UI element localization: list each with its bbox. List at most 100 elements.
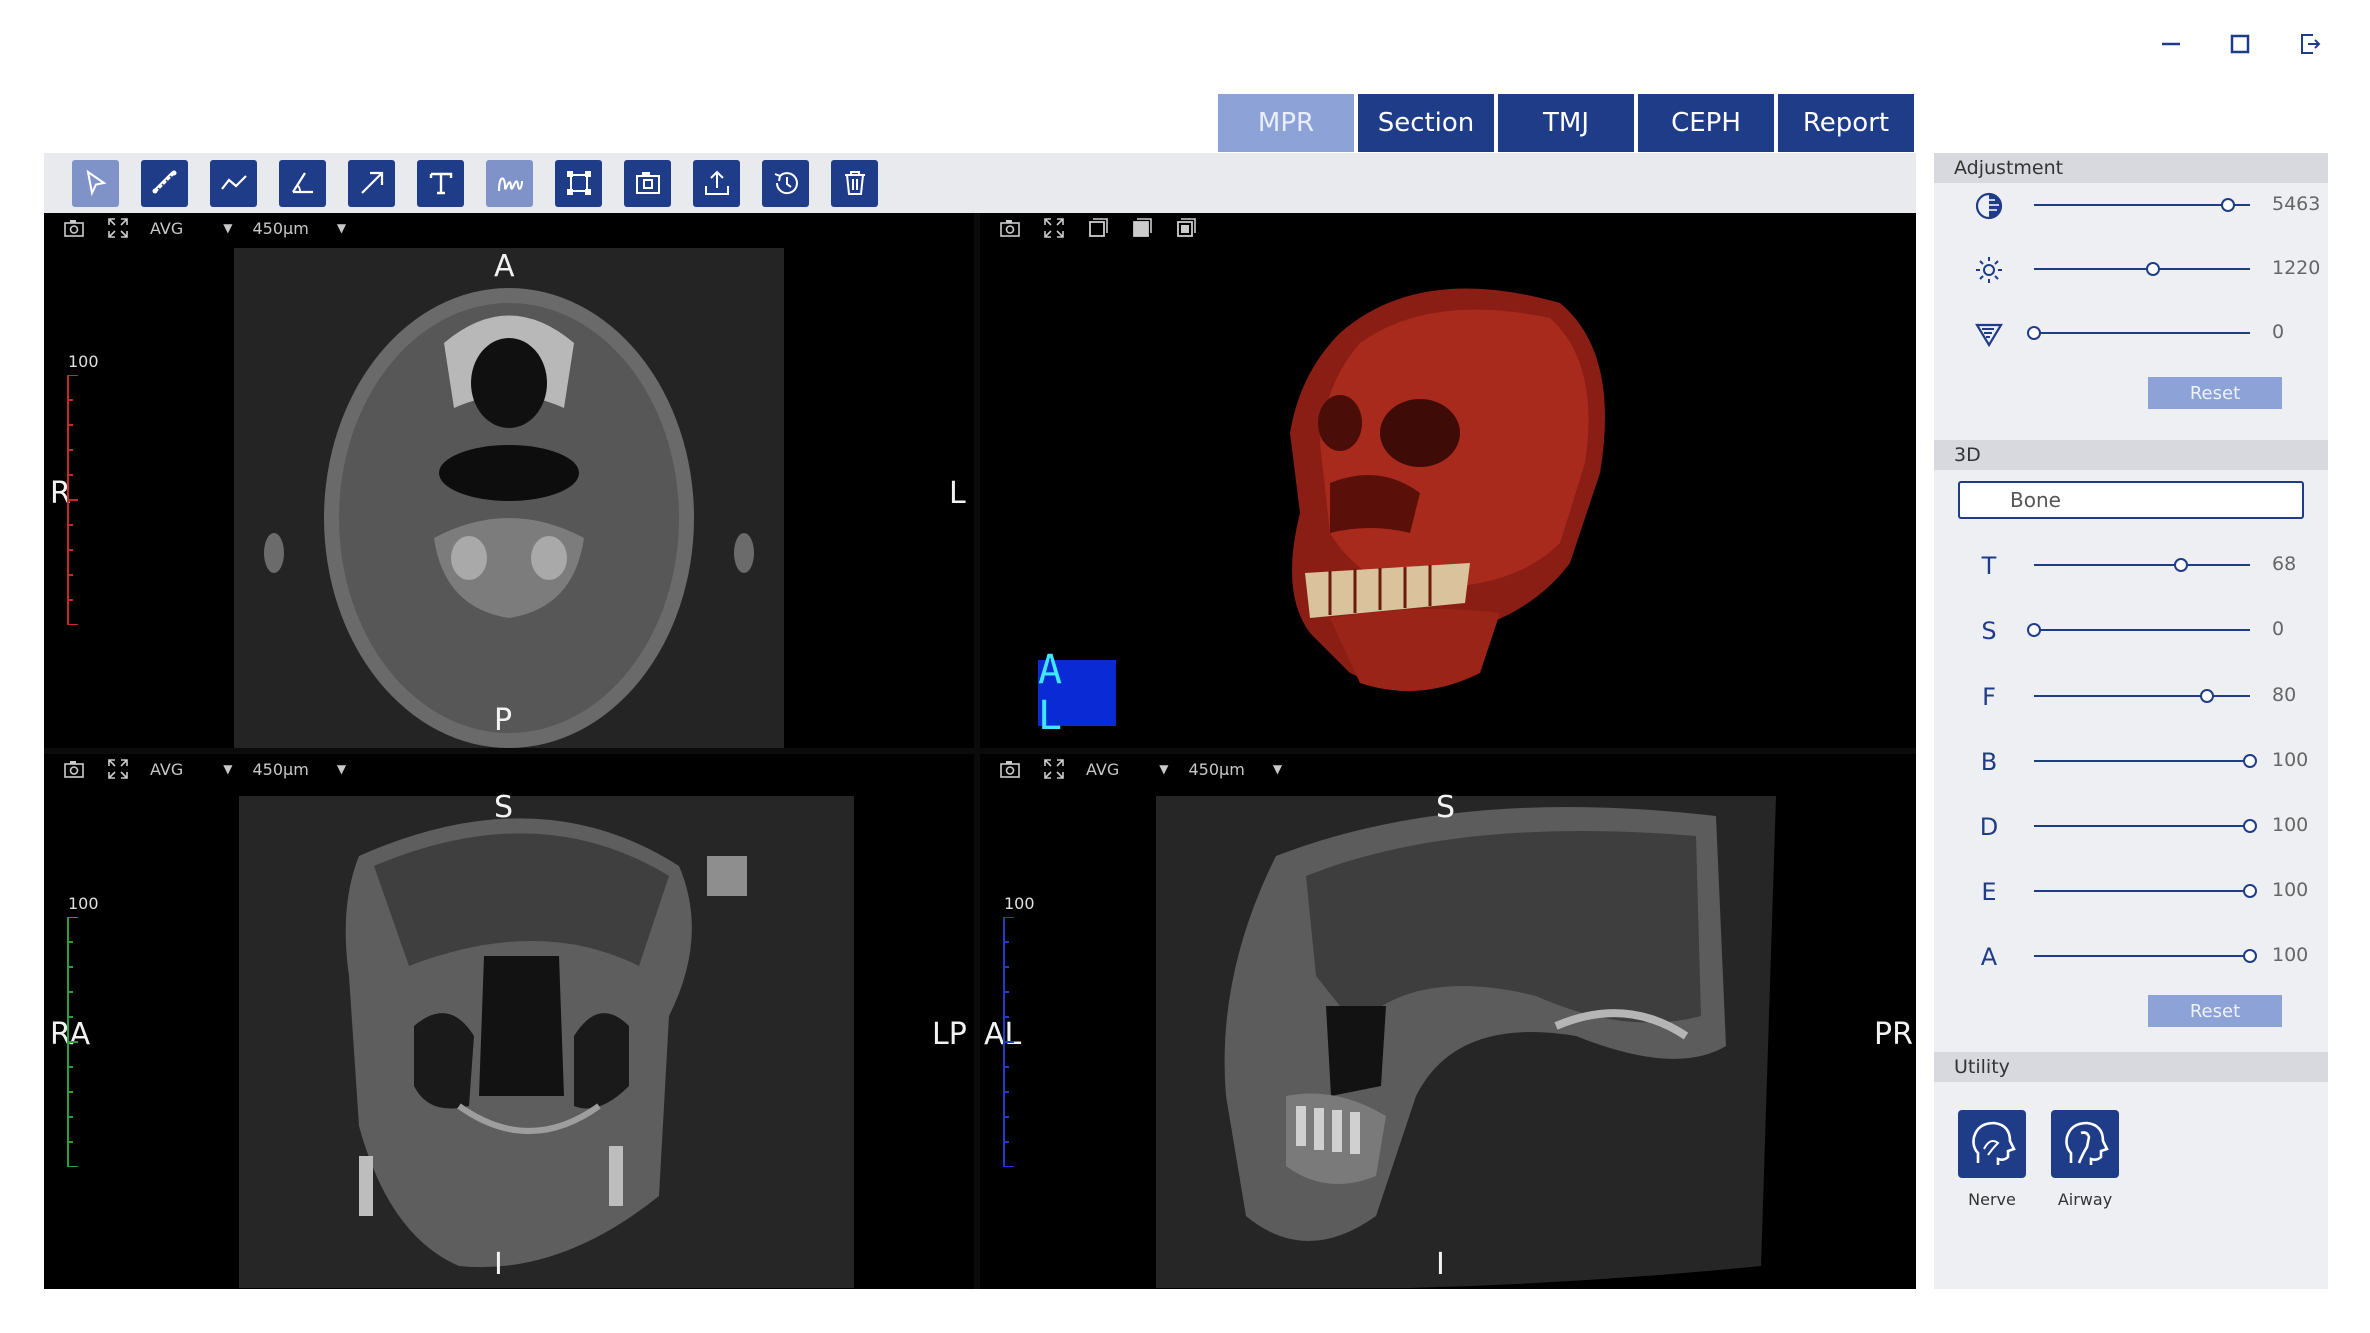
b-slider-label: B (1980, 748, 1998, 776)
tab-section[interactable]: Section (1358, 94, 1494, 152)
camera-icon[interactable] (998, 216, 1022, 240)
brightness-slider-handle[interactable] (2145, 262, 2160, 276)
f-slider[interactable] (2034, 689, 2250, 703)
contrast-value: 5463 (2272, 193, 2321, 215)
tab-mpr[interactable]: MPR (1218, 94, 1354, 152)
tab-tmj[interactable]: TMJ (1498, 94, 1634, 152)
s-value: 0 (2272, 618, 2285, 640)
screenshot-icon[interactable] (624, 159, 671, 207)
orientation-top: A (494, 249, 515, 284)
view-tabs: MPR Section TMJ CEPH Report (1218, 94, 1914, 152)
a-slider[interactable] (2034, 949, 2257, 963)
coronal-ct-image (239, 796, 854, 1288)
scale-bar (67, 375, 78, 625)
s-slider-handle[interactable] (2027, 623, 2041, 637)
f-slider-handle[interactable] (2199, 689, 2214, 703)
b-slider-handle[interactable] (2243, 754, 2257, 768)
a-slider-handle[interactable] (2243, 949, 2257, 963)
three-d-reset-button[interactable]: Reset (2148, 995, 2282, 1027)
e-value: 100 (2272, 879, 2309, 901)
camera-icon[interactable] (62, 216, 86, 240)
b-slider[interactable] (2034, 754, 2257, 768)
roi-icon[interactable] (555, 159, 602, 207)
d-slider-label: D (1979, 813, 1999, 841)
curve-icon[interactable] (486, 159, 533, 207)
contrast-slider-handle[interactable] (2221, 198, 2236, 212)
history-icon[interactable] (762, 159, 809, 207)
exit-icon[interactable] (2290, 24, 2330, 64)
e-slider-handle[interactable] (2243, 884, 2257, 898)
trash-icon[interactable] (831, 159, 878, 207)
d-slider[interactable] (2034, 819, 2257, 833)
chevron-down-icon: ▼ (336, 221, 347, 235)
fullscreen-icon[interactable] (106, 216, 130, 240)
brightness-slider[interactable] (2034, 262, 2250, 276)
utility-airway: Airway (2051, 1110, 2119, 1209)
view-top-icon[interactable] (1174, 216, 1198, 240)
t-slider[interactable] (2034, 558, 2250, 572)
polyline-icon[interactable] (210, 159, 257, 207)
view-front-icon[interactable] (1086, 216, 1110, 240)
e-slider-row: E 100 (1954, 871, 2314, 911)
arrow-icon[interactable] (348, 159, 395, 207)
render-mode-select[interactable]: AVG ▼ (150, 219, 233, 238)
app-window: MPR Section TMJ CEPH Report AVG ▼ 450µm … (0, 0, 2370, 1333)
thickness-value: 450µm (252, 218, 309, 238)
skull-3d-render (1290, 288, 1605, 691)
orientation-bottom: P (494, 703, 513, 738)
volume-3d-pane[interactable]: A L (980, 213, 1916, 748)
head-nerve-icon[interactable] (1958, 1110, 2026, 1178)
fullscreen-icon[interactable] (106, 757, 130, 781)
t-value: 68 (2272, 553, 2297, 575)
sagittal-ct-image (1156, 796, 1776, 1288)
text-icon[interactable] (417, 159, 464, 207)
camera-icon[interactable] (998, 757, 1022, 781)
filter-slider-handle[interactable] (2027, 326, 2041, 340)
minimize-icon[interactable] (2151, 24, 2191, 64)
contrast-slider-row: 5463 (1954, 185, 2320, 225)
orientation-right: LP (932, 1017, 967, 1052)
view-side-icon[interactable] (1130, 216, 1154, 240)
ruler-icon[interactable] (141, 159, 188, 207)
orientation-bottom: I (494, 1247, 503, 1282)
fullscreen-icon[interactable] (1042, 757, 1066, 781)
t-slider-handle[interactable] (2173, 558, 2188, 572)
export-icon[interactable] (693, 159, 740, 207)
contrast-icon (1972, 189, 2006, 223)
tab-report[interactable]: Report (1778, 94, 1914, 152)
orientation-top: S (1436, 790, 1456, 825)
orientation-cube[interactable]: A L (1038, 647, 1116, 739)
coronal-pane-toolbar: AVG ▼ 450µm ▼ (44, 754, 346, 784)
select-icon[interactable] (72, 159, 119, 207)
s-slider-label: S (1981, 617, 1997, 645)
angle-icon[interactable] (279, 159, 326, 207)
render-mode-select[interactable]: AVG ▼ (150, 760, 233, 779)
axial-pane[interactable]: AVG ▼ 450µm ▼ A P R L 100 (44, 213, 974, 748)
maximize-icon[interactable] (2220, 24, 2260, 64)
fullscreen-icon[interactable] (1042, 216, 1066, 240)
preset-dropdown[interactable]: Bone (1958, 481, 2304, 519)
filter-slider[interactable] (2027, 326, 2250, 340)
e-slider[interactable] (2034, 884, 2257, 898)
sagittal-pane[interactable]: AVG ▼ 450µm ▼ S I AL PR 100 (980, 754, 1916, 1289)
tab-ceph[interactable]: CEPH (1638, 94, 1774, 152)
contrast-slider[interactable] (2034, 198, 2250, 212)
viewer-grid: AVG ▼ 450µm ▼ A P R L 100 A L AVG ▼ 450µ… (44, 213, 1916, 1289)
thickness-select[interactable]: 450µm ▼ (253, 219, 347, 238)
adjustment-reset-button[interactable]: Reset (2148, 377, 2282, 409)
head-airway-icon[interactable] (2051, 1110, 2119, 1178)
coronal-pane[interactable]: AVG ▼ 450µm ▼ S I RA LP 100 (44, 754, 974, 1289)
b-slider-row: B 100 (1954, 741, 2314, 781)
axial-pane-toolbar: AVG ▼ 450µm ▼ (44, 213, 346, 243)
camera-icon[interactable] (62, 757, 86, 781)
thickness-select[interactable]: 450µm ▼ (1189, 760, 1283, 779)
orientation-bottom: I (1436, 1247, 1445, 1282)
orientation-right: PR (1874, 1017, 1913, 1052)
render-mode-select[interactable]: AVG ▼ (1086, 760, 1169, 779)
s-slider[interactable] (2027, 623, 2250, 637)
d-slider-handle[interactable] (2243, 819, 2257, 833)
s-slider-row: S 0 (1954, 610, 2314, 650)
thickness-select[interactable]: 450µm ▼ (253, 760, 347, 779)
thickness-value: 450µm (1188, 759, 1245, 779)
scale-label: 100 (68, 352, 99, 371)
